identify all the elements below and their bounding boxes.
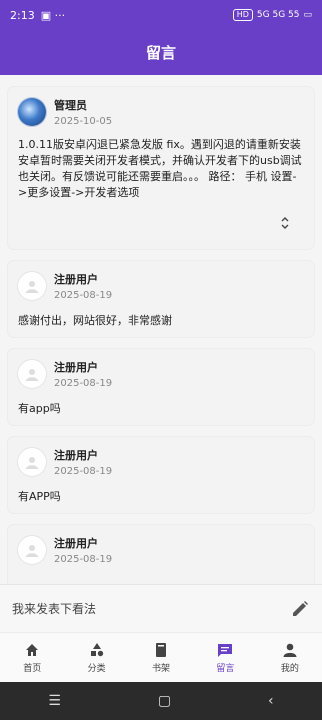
hd-icon: HD (232, 9, 253, 21)
message-card: 注册用户 2025-08-19 有APP吗 (8, 437, 314, 513)
bookshelf-icon (156, 642, 167, 657)
message-card: 注册用户 2025-08-19 (8, 525, 314, 584)
user-avatar-icon (18, 536, 46, 564)
battery-icon: ▭ (303, 10, 312, 20)
tab-label: 留言 (216, 663, 235, 674)
post-date: 2025-10-05 (54, 116, 113, 127)
page-title: 留言 (145, 44, 176, 62)
author-name: 注册用户 (54, 273, 98, 286)
message-icon (218, 643, 233, 657)
post-date: 2025-08-19 (54, 290, 113, 301)
message-content: 感谢付出，网站很好，非常感谢 (18, 314, 172, 327)
author-name: 注册用户 (54, 361, 98, 374)
message-card: 注册用户 2025-08-19 有app吗 (8, 349, 314, 425)
home-nav-icon[interactable]: ▢ (158, 693, 171, 709)
message-card: 注册用户 2025-08-19 感谢付出，网站很好，非常感谢 (8, 261, 314, 337)
tab-label: 我的 (280, 663, 299, 674)
post-date: 2025-08-19 (54, 466, 113, 477)
comment-input-bar[interactable]: 我来发表下看法 (0, 584, 322, 632)
user-avatar-icon (18, 272, 46, 300)
user-avatar-icon (18, 360, 46, 388)
message-content: 有app吗 (18, 402, 61, 415)
edit-icon[interactable] (290, 599, 310, 619)
post-date: 2025-08-19 (54, 378, 113, 389)
tab-home[interactable]: 首页 (0, 633, 64, 682)
profile-icon (283, 643, 297, 657)
tab-label: 首页 (23, 663, 42, 674)
tab-category[interactable]: 分类 (64, 633, 128, 682)
notification-icon: ▣ ··· (40, 8, 66, 22)
author-name: 注册用户 (54, 537, 98, 550)
tab-label: 分类 (87, 663, 106, 674)
message-list[interactable]: 管理员 2025-10-05 1.0.11版安卓闪退已紧急发版 fix。遇到闪退… (0, 75, 322, 584)
tab-bookshelf[interactable]: 书架 (129, 633, 193, 682)
category-icon (90, 642, 103, 656)
expand-icon[interactable] (18, 215, 304, 239)
message-content: 有APP吗 (18, 490, 61, 503)
recent-apps-icon[interactable]: ☰ (48, 693, 61, 709)
author-name: 管理员 (54, 99, 87, 112)
message-content: 1.0.11版安卓闪退已紧急发版 fix。遇到闪退的请重新安装 安卓暂时需要关闭… (18, 138, 302, 199)
system-nav-bar: ☰ ▢ ‹ (0, 682, 322, 720)
app-bar: 留言 (0, 30, 322, 75)
message-card: 管理员 2025-10-05 1.0.11版安卓闪退已紧急发版 fix。遇到闪退… (8, 87, 314, 249)
home-icon (26, 643, 39, 656)
signal-text: 5G 5G 55 (256, 10, 300, 20)
status-time: 2:13 (10, 8, 35, 22)
bottom-tab-bar: 首页 分类 书架 留言 我的 (0, 632, 322, 682)
comment-input[interactable]: 我来发表下看法 (12, 600, 96, 617)
status-bar: 2:13 ▣ ··· HD 5G 5G 55 ▭ (0, 0, 322, 30)
post-date: 2025-08-19 (54, 554, 113, 565)
back-icon[interactable]: ‹ (268, 693, 274, 709)
tab-label: 书架 (152, 663, 171, 674)
user-avatar-icon (18, 448, 46, 476)
admin-avatar (18, 98, 46, 126)
tab-messages[interactable]: 留言 (193, 633, 257, 682)
tab-profile[interactable]: 我的 (258, 633, 322, 682)
author-name: 注册用户 (54, 449, 98, 462)
